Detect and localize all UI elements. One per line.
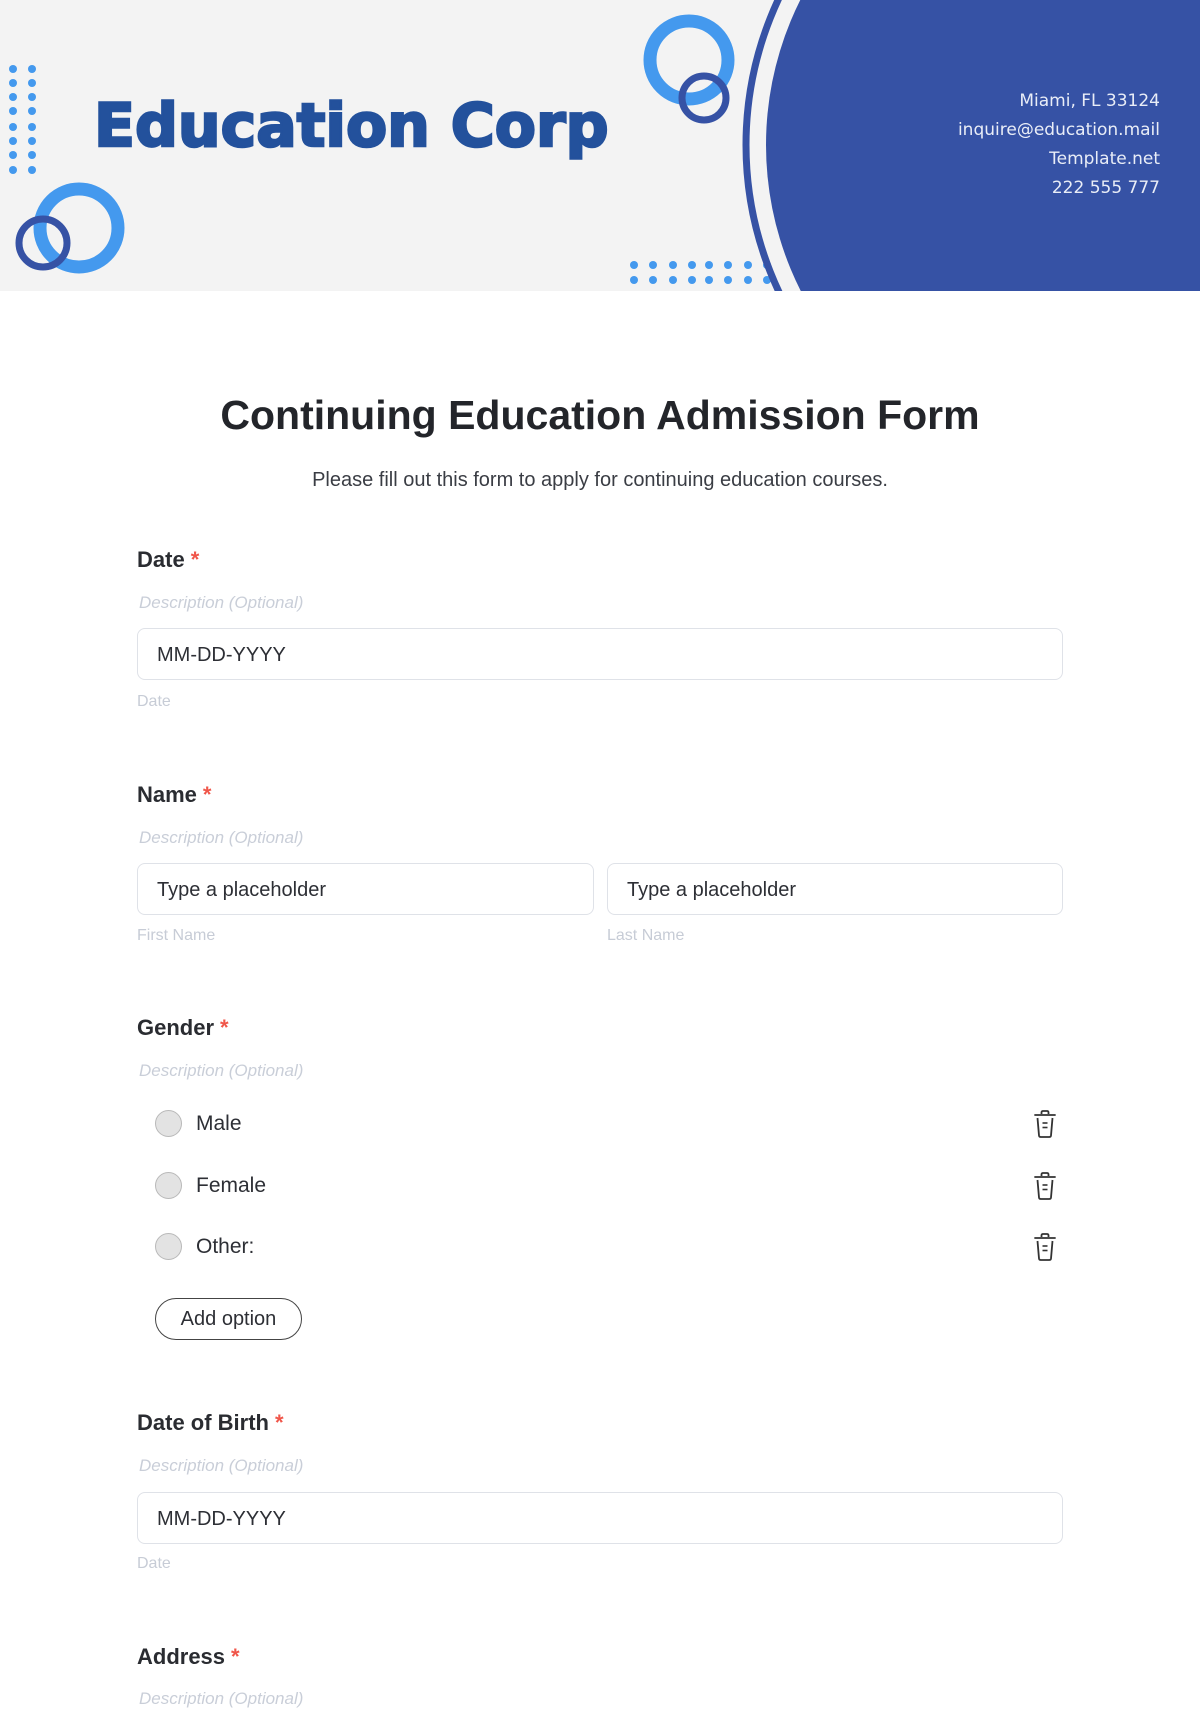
gender-description[interactable]: Description (Optional) (139, 1060, 303, 1082)
contact-phone: 222 555 777 (1051, 178, 1160, 198)
gender-option-male: Male (155, 1106, 1060, 1142)
required-marker: * (190, 547, 200, 572)
required-marker: * (202, 782, 212, 807)
address-label-text: Address (137, 1644, 226, 1669)
option-label-other[interactable]: Other: (196, 1234, 254, 1260)
gender-option-female: Female (155, 1168, 1060, 1204)
last-name-sub-label: Last Name (607, 927, 685, 944)
trash-icon[interactable] (1030, 1108, 1060, 1140)
name-label-text: Name (137, 782, 197, 807)
dob-description[interactable]: Description (Optional) (139, 1455, 303, 1477)
contact-address: Miami, FL 33124 (1019, 91, 1160, 111)
option-label-female[interactable]: Female (196, 1173, 266, 1199)
required-marker: * (275, 1410, 284, 1435)
add-option-button[interactable]: Add option (155, 1298, 302, 1340)
ring-light-bottom-left (33, 182, 125, 274)
first-name-sub-label: First Name (137, 927, 216, 944)
first-name-input[interactable]: Type a placeholder (137, 863, 594, 915)
gender-option-other: Other: (155, 1229, 1060, 1265)
radio-male[interactable] (155, 1110, 182, 1137)
radio-female[interactable] (155, 1172, 182, 1199)
dot-grid-bottom (630, 261, 771, 284)
trash-icon[interactable] (1030, 1170, 1060, 1202)
date-sub-label: Date (137, 693, 171, 710)
required-marker: * (220, 1015, 229, 1040)
contact-website: Template.net (1049, 149, 1160, 169)
required-marker: * (231, 1644, 240, 1669)
header-banner: Education Corp Miami, FL 33124 inquire@e… (0, 0, 1200, 291)
ring-light-top (643, 14, 735, 106)
name-description[interactable]: Description (Optional) (139, 827, 303, 849)
name-field-label: Name * (137, 781, 211, 809)
address-description[interactable]: Description (Optional) (139, 1688, 303, 1710)
company-name: Education Corp (93, 91, 610, 161)
contact-email: inquire@education.mail (957, 120, 1160, 140)
last-name-input[interactable]: Type a placeholder (607, 863, 1063, 915)
address-field-label: Address * (137, 1643, 240, 1671)
gender-label-text: Gender (137, 1015, 215, 1040)
form-subtitle: Please fill out this form to apply for c… (312, 469, 888, 491)
contact-info: Miami, FL 33124 inquire@education.mail T… (958, 87, 1160, 203)
option-label-male[interactable]: Male (196, 1111, 242, 1137)
dob-label-text: Date of Birth (137, 1410, 269, 1435)
date-description[interactable]: Description (Optional) (139, 592, 303, 614)
gender-field-label: Gender * (137, 1014, 229, 1042)
date-field-label: Date * (137, 546, 199, 574)
form-title: Continuing Education Admission Form (220, 392, 980, 438)
dob-sub-label: Date (137, 1555, 171, 1572)
date-label-text: Date (137, 547, 185, 572)
dob-input[interactable]: MM-DD-YYYY (137, 1492, 1063, 1544)
dob-field-label: Date of Birth * (137, 1409, 284, 1437)
date-input[interactable]: MM-DD-YYYY (137, 628, 1063, 680)
dot-grid-left (9, 65, 36, 174)
radio-other[interactable] (155, 1233, 182, 1260)
trash-icon[interactable] (1030, 1231, 1060, 1263)
